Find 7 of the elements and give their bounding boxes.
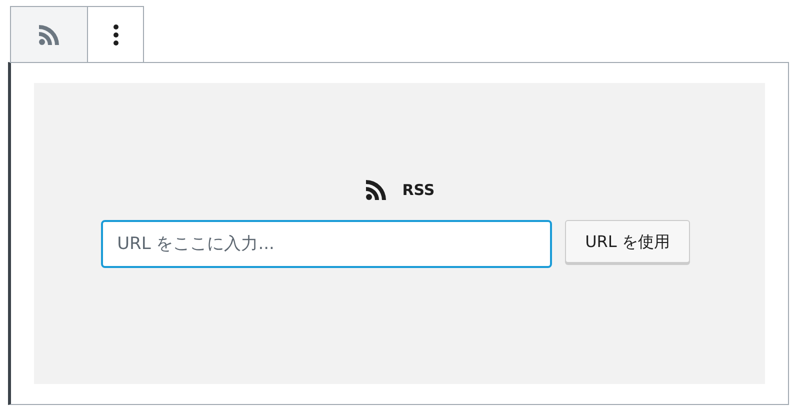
- block-label: RSS: [402, 180, 435, 201]
- url-field[interactable]: URL をここに入力...: [101, 220, 552, 268]
- more-icon: [112, 24, 118, 46]
- rss-icon: [37, 22, 61, 46]
- rss-icon: [364, 178, 388, 202]
- use-url-button[interactable]: URL を使用: [565, 220, 690, 263]
- block-type-button[interactable]: [11, 7, 87, 62]
